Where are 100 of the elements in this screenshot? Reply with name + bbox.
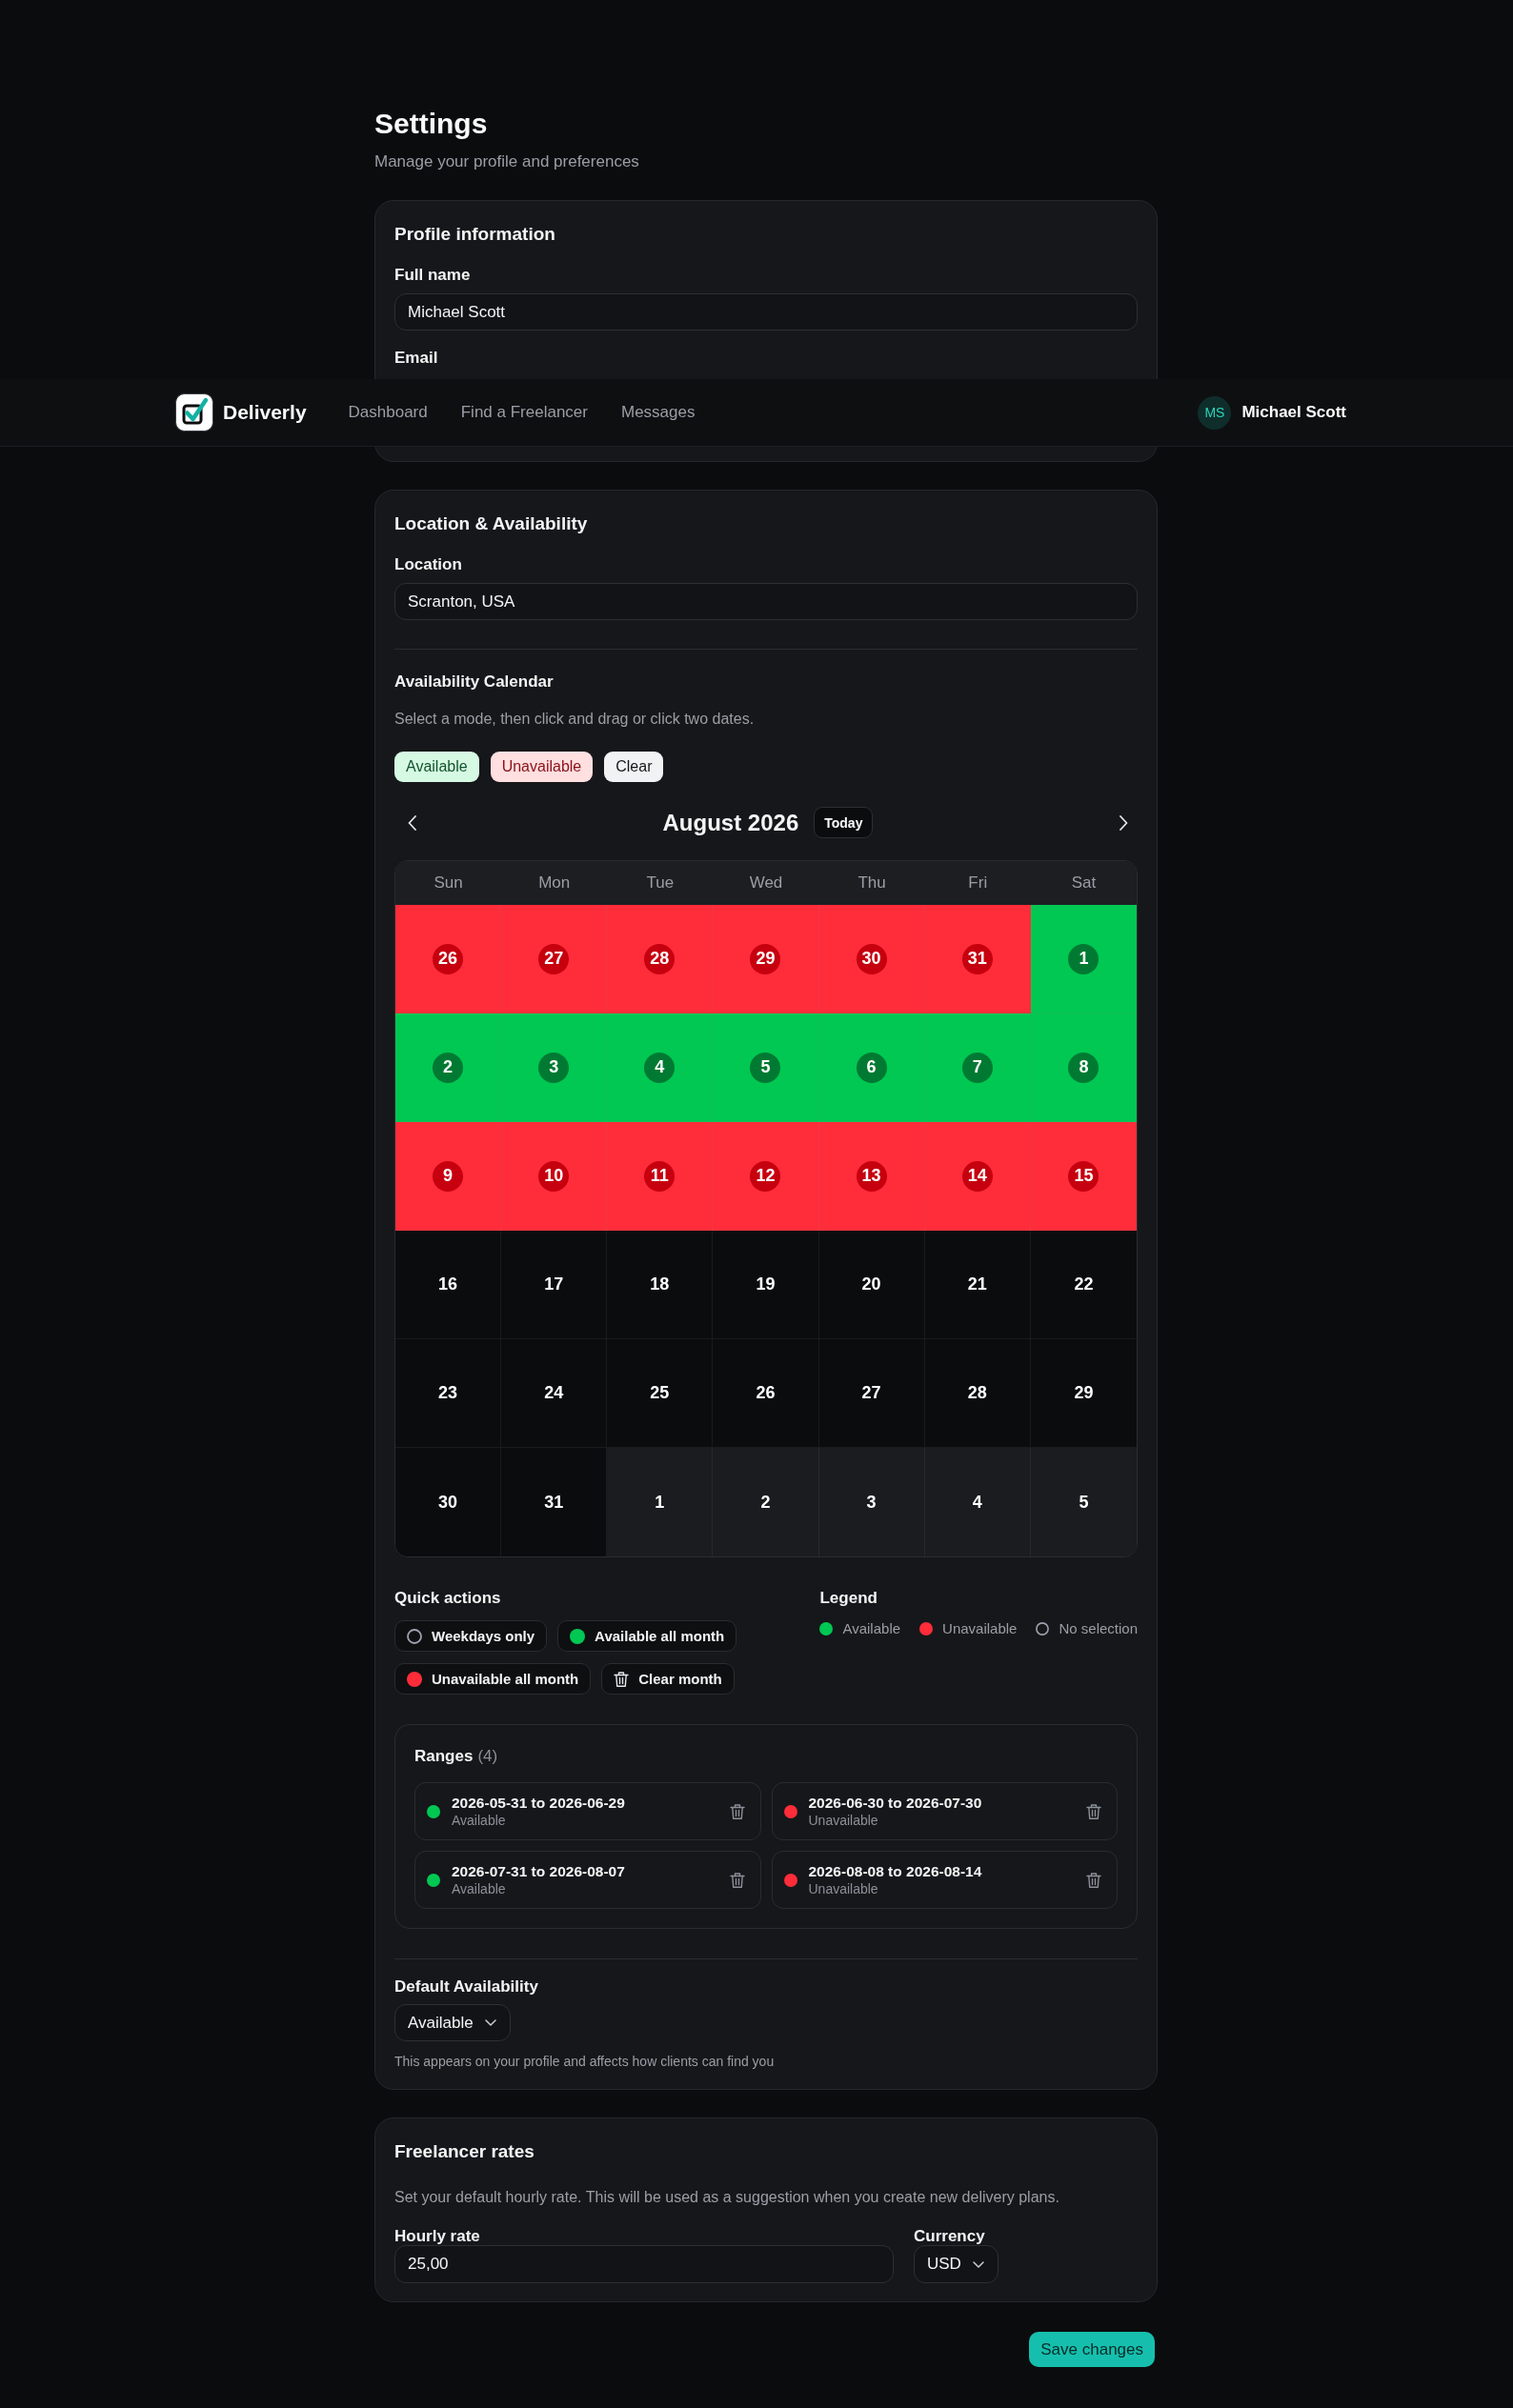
- nav-link[interactable]: Find a Freelancer: [460, 403, 588, 422]
- nav-link[interactable]: Messages: [620, 403, 696, 422]
- circle-icon: [1036, 1622, 1050, 1635]
- calendar-day[interactable]: 31: [924, 905, 1031, 1013]
- field-label: Location: [394, 555, 463, 574]
- text-input[interactable]: Michael Scott: [394, 293, 1138, 331]
- card-title: Freelancer rates: [394, 2140, 535, 2163]
- circle-icon: [407, 1628, 422, 1644]
- range-status: Unavailable: [808, 1813, 879, 1829]
- calendar-day[interactable]: 7: [924, 1013, 1031, 1122]
- calendar-day[interactable]: 4: [607, 1013, 714, 1122]
- field-label: Email: [394, 349, 439, 368]
- calendar-day[interactable]: 17: [501, 1231, 608, 1339]
- text-input[interactable]: Scranton, USA: [394, 583, 1138, 620]
- quick-action-button[interactable]: Unavailable all month: [394, 1663, 592, 1695]
- user-name[interactable]: Michael Scott: [1241, 403, 1346, 422]
- calendar-day[interactable]: 6: [818, 1013, 925, 1122]
- calendar-day[interactable]: 5: [713, 1013, 819, 1122]
- brand-name[interactable]: Deliverly: [223, 401, 307, 424]
- calendar-day[interactable]: 30: [395, 1448, 502, 1556]
- calendar-day[interactable]: 25: [607, 1339, 714, 1448]
- legend-label: Unavailable: [942, 1620, 1018, 1637]
- range-status: Unavailable: [808, 1881, 879, 1897]
- calendar-day[interactable]: 15: [1030, 1122, 1137, 1231]
- chevron-left-icon[interactable]: [408, 814, 416, 831]
- legend-label: No selection: [1059, 1620, 1138, 1637]
- calendar-day[interactable]: 23: [395, 1339, 502, 1448]
- ranges-count: (4): [477, 1747, 498, 1766]
- calendar-day[interactable]: 27: [501, 905, 608, 1013]
- quick-action-button[interactable]: Weekdays only: [394, 1620, 548, 1652]
- help-text: Select a mode, then click and drag or click two dates.: [394, 710, 756, 729]
- calendar-day[interactable]: 4: [924, 1448, 1031, 1556]
- section-label: Legend: [819, 1589, 878, 1608]
- today-button[interactable]: Today: [814, 807, 874, 838]
- calendar-day[interactable]: 19: [713, 1231, 819, 1339]
- calendar-day[interactable]: 3: [818, 1448, 925, 1556]
- calendar-day[interactable]: 24: [501, 1339, 608, 1448]
- range-dates: 2026-06-30 to 2026-07-30: [808, 1794, 983, 1812]
- nav-link[interactable]: Dashboard: [348, 403, 428, 422]
- mode-button[interactable]: Available: [394, 752, 479, 782]
- save-button[interactable]: Save changes: [1029, 2332, 1155, 2367]
- month-title: August 2026: [662, 809, 799, 836]
- calendar-day[interactable]: 27: [818, 1339, 925, 1448]
- checkmark-logo-icon[interactable]: [175, 393, 213, 431]
- calendar-day[interactable]: 26: [713, 1339, 819, 1448]
- calendar-day[interactable]: 10: [501, 1122, 608, 1231]
- ranges-title: Ranges: [414, 1747, 474, 1766]
- range-dates: 2026-05-31 to 2026-06-29: [452, 1794, 626, 1812]
- card-title: Location & Availability: [394, 512, 589, 535]
- calendar-day[interactable]: 20: [818, 1231, 925, 1339]
- mode-button[interactable]: Unavailable: [490, 752, 594, 782]
- calendar-day[interactable]: 1: [607, 1448, 714, 1556]
- calendar-day[interactable]: 5: [1030, 1448, 1137, 1556]
- user-avatar[interactable]: MS: [1198, 395, 1232, 430]
- field-label: Full name: [394, 266, 472, 285]
- calendar-day[interactable]: 21: [924, 1231, 1031, 1339]
- calendar-day[interactable]: 29: [713, 905, 819, 1013]
- quick-action-button[interactable]: Clear month: [601, 1663, 735, 1695]
- weekday-label: Thu: [857, 873, 887, 893]
- range-status: Available: [452, 1813, 507, 1829]
- calendar-day[interactable]: 26: [395, 905, 502, 1013]
- calendar-day[interactable]: 14: [924, 1122, 1031, 1231]
- calendar-day[interactable]: 2: [713, 1448, 819, 1556]
- weekday-label: Sun: [433, 873, 464, 893]
- currency-select[interactable]: USD: [914, 2245, 999, 2283]
- trash-icon[interactable]: [1086, 1803, 1101, 1819]
- trash-icon[interactable]: [729, 1872, 745, 1888]
- calendar-day[interactable]: 11: [607, 1122, 714, 1231]
- text-input[interactable]: 25,00: [394, 2245, 894, 2283]
- calendar-day[interactable]: 30: [818, 905, 925, 1013]
- weekday-label: Wed: [748, 873, 784, 893]
- calendar-day[interactable]: 12: [713, 1122, 819, 1231]
- legend-label: Available: [842, 1620, 901, 1637]
- calendar-day[interactable]: 18: [607, 1231, 714, 1339]
- calendar-day[interactable]: 3: [501, 1013, 608, 1122]
- help-text: Set your default hourly rate. This will be used as a suggestion when you create new delivery plans.: [394, 2188, 1060, 2207]
- chevron-right-icon[interactable]: [1120, 814, 1128, 831]
- range-status: Available: [452, 1881, 507, 1897]
- chevron-down-icon: [484, 2019, 496, 2026]
- calendar-day[interactable]: 28: [924, 1339, 1031, 1448]
- weekday-label: Tue: [645, 873, 676, 893]
- calendar-day[interactable]: 16: [395, 1231, 502, 1339]
- weekday-label: Mon: [537, 873, 572, 893]
- card-title: Profile information: [394, 223, 556, 246]
- mode-button[interactable]: Clear: [604, 752, 664, 782]
- weekday-label: Sat: [1070, 873, 1098, 893]
- chevron-down-icon: [972, 2260, 984, 2268]
- trash-icon[interactable]: [729, 1803, 745, 1819]
- calendar-day[interactable]: 28: [607, 905, 714, 1013]
- calendar-day[interactable]: 2: [395, 1013, 502, 1122]
- calendar-day[interactable]: 8: [1030, 1013, 1137, 1122]
- trash-icon[interactable]: [1086, 1872, 1101, 1888]
- calendar-day[interactable]: 13: [818, 1122, 925, 1231]
- calendar-day[interactable]: 1: [1030, 905, 1137, 1013]
- field-label: Default Availability: [394, 1977, 539, 1997]
- field-label: Currency: [914, 2227, 986, 2245]
- availability-select[interactable]: Available: [394, 2004, 511, 2041]
- weekday-label: Fri: [967, 873, 989, 893]
- quick-action-button[interactable]: Available all month: [557, 1620, 737, 1652]
- calendar-day[interactable]: 9: [395, 1122, 502, 1231]
